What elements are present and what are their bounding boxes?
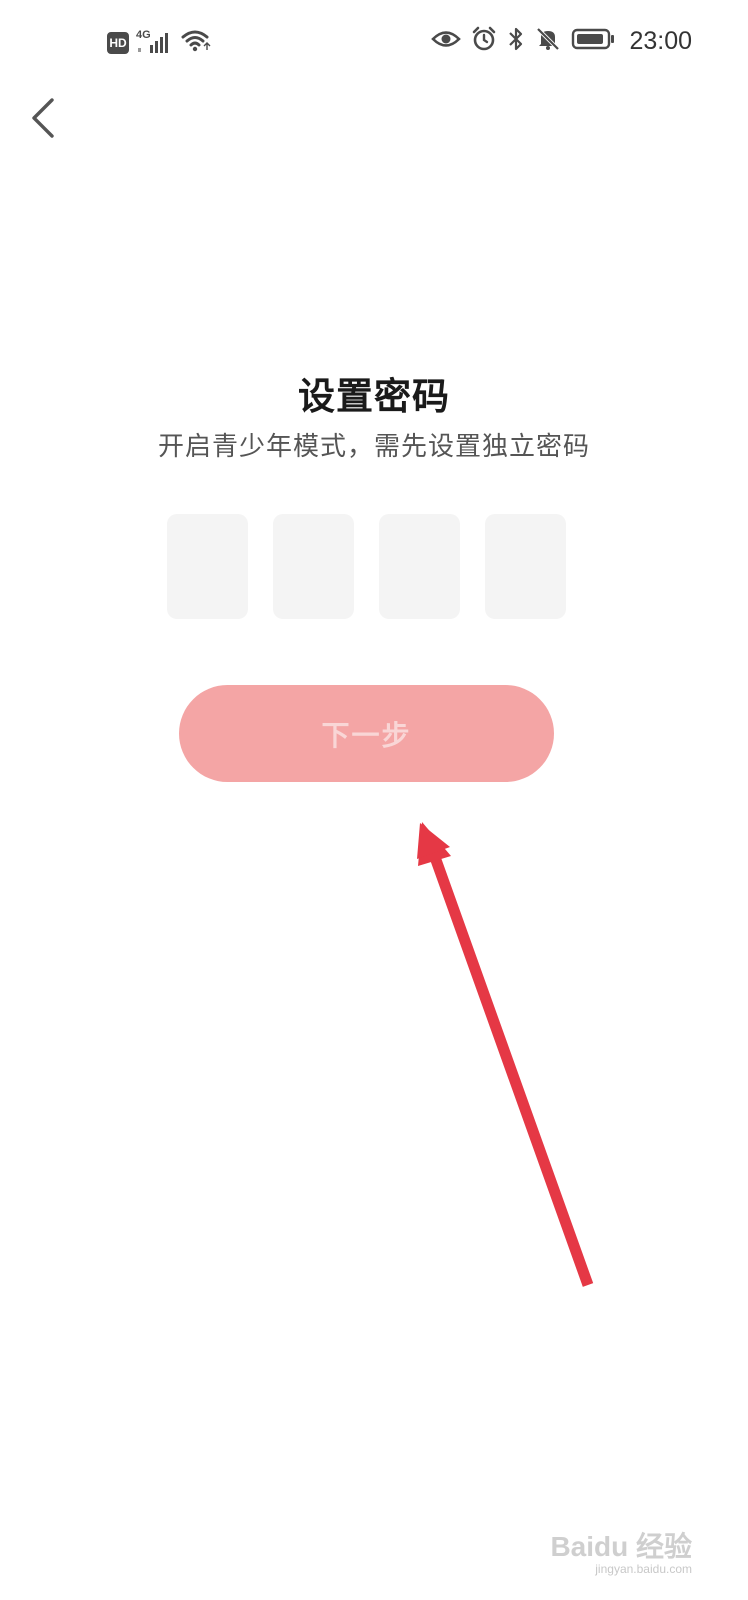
screen: HD 4G 23:00 设置密码 开启青少年模式，需先设置独立密码 下一步 Ba… bbox=[0, 0, 748, 1600]
pin-box-1[interactable] bbox=[167, 514, 248, 619]
annotation-arrow bbox=[417, 822, 594, 1287]
pin-box-3[interactable] bbox=[379, 514, 460, 619]
status-bar: HD 4G 23:00 bbox=[0, 0, 748, 84]
pin-input-group bbox=[167, 514, 566, 619]
baidu-watermark: Baidu 经验 jingyan.baidu.com bbox=[550, 1531, 692, 1577]
status-bar-left: HD 4G bbox=[107, 28, 211, 58]
status-time: 23:00 bbox=[629, 26, 692, 55]
mute-icon bbox=[535, 26, 561, 56]
wifi-icon bbox=[181, 28, 211, 58]
back-button[interactable] bbox=[24, 94, 64, 142]
next-button[interactable]: 下一步 bbox=[179, 685, 554, 782]
watermark-brand: Baidu 经验 bbox=[550, 1531, 692, 1562]
pin-box-2[interactable] bbox=[273, 514, 354, 619]
pin-box-4[interactable] bbox=[485, 514, 566, 619]
alarm-icon bbox=[471, 26, 497, 56]
bluetooth-icon bbox=[507, 26, 525, 56]
battery-icon bbox=[571, 27, 615, 55]
eye-icon bbox=[431, 28, 462, 54]
status-bar-right: 23:00 bbox=[431, 26, 692, 56]
watermark-domain: jingyan.baidu.com bbox=[595, 1562, 692, 1576]
chevron-left-icon bbox=[32, 98, 54, 138]
page-subtitle: 开启青少年模式，需先设置独立密码 bbox=[157, 432, 590, 462]
hd-icon: HD bbox=[107, 32, 129, 54]
signal-icon: 4G bbox=[136, 30, 174, 56]
page-title: 设置密码 bbox=[298, 375, 450, 418]
